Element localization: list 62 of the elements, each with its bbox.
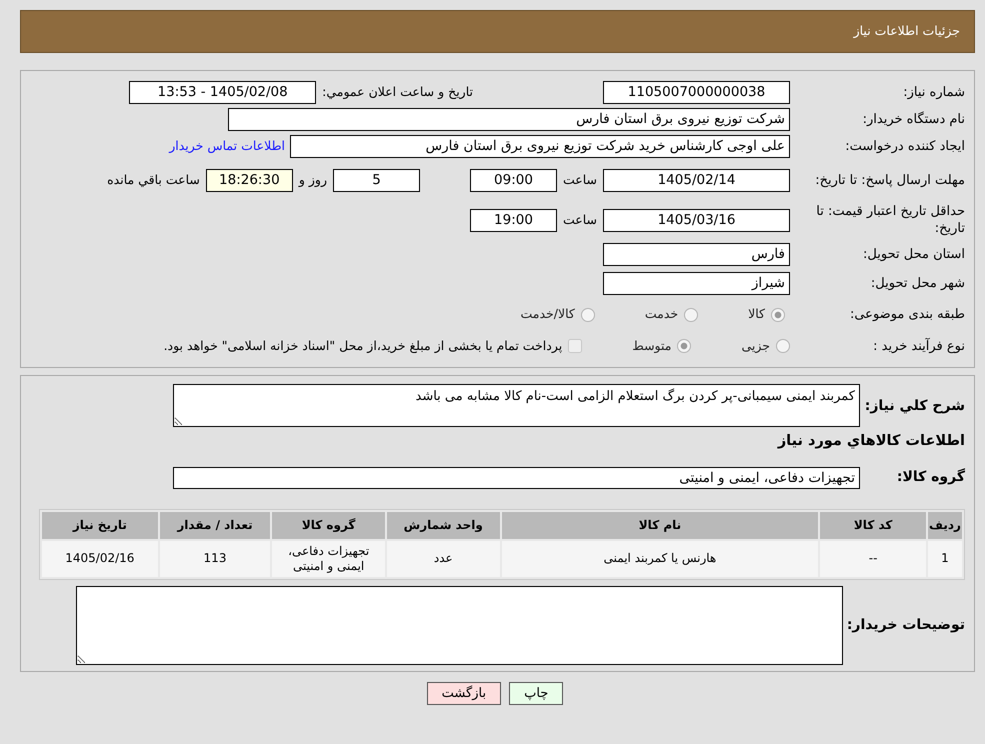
option-label: کالا/خدمت — [520, 305, 575, 324]
option-label: جزیی — [741, 336, 770, 355]
field-label: ساعت — [562, 170, 597, 189]
section-heading: اطلاعات کالاهاي مورد نياز — [776, 432, 965, 451]
field-value: 1405/02/08 - 13:53 — [129, 81, 316, 104]
column-header: تاریخ نیاز — [42, 512, 158, 539]
field-label: حداقل تاریخ اعتبار قیمت: تا تاریخ: — [815, 203, 965, 237]
option-label: کالا — [748, 305, 765, 324]
column-header: تعداد / مقدار — [160, 512, 270, 539]
notes-box[interactable] — [76, 586, 843, 665]
radio-button[interactable] — [776, 339, 790, 353]
column-header: ردیف — [928, 512, 962, 539]
option-label: خدمت — [644, 305, 678, 324]
radio-button[interactable] — [684, 308, 698, 322]
column-header: نام کالا — [502, 512, 818, 539]
column-header: واحد شمارش — [386, 512, 500, 539]
field-label: استان محل تحویل: — [862, 246, 965, 263]
field-label: توضیحات خریدار: — [846, 616, 965, 635]
field-value: 5 — [332, 168, 420, 192]
field-value: شیراز — [603, 272, 790, 295]
countdown-field: 18:26:30 — [206, 168, 293, 192]
table-cell: 1 — [928, 540, 962, 577]
description-box[interactable]: کمربند ایمنی سیمبانی-پر کردن برگ استعلام الزامی است-نام کالا مشابه می باشد — [173, 384, 860, 427]
radio-button[interactable] — [771, 308, 785, 322]
field-value: 1405/03/16 — [603, 208, 790, 232]
page-title: جزئیات اطلاعات نیاز — [854, 22, 960, 40]
print-button[interactable]: چاپ — [509, 682, 564, 706]
field-label: تاريخ و ساعت اعلان عمومي: — [322, 83, 473, 102]
field-label: شرح کلي نياز: — [864, 397, 965, 416]
field-value: 09:00 — [470, 168, 557, 192]
field-label: مهلت ارسال پاسخ: تا تاریخ: — [814, 172, 965, 188]
field-label: شهر محل تحویل: — [870, 275, 965, 292]
table-cell: هارنس یا کمربند ایمنی — [502, 540, 818, 577]
field-value: علی اوجی کارشناس خرید شرکت توزیع نیروی برق استان فارس — [290, 135, 790, 158]
contact-link[interactable]: اطلاعات تماس خريدار — [169, 137, 285, 156]
field-value: شرکت توزیع نیروی برق استان فارس — [228, 108, 790, 131]
radio-button[interactable] — [677, 339, 692, 353]
field-value: 19:00 — [470, 208, 557, 232]
table-cell: -- — [820, 540, 926, 577]
field-label: ساعت باقي مانده — [107, 170, 200, 189]
table-cell: 113 — [160, 540, 270, 577]
field-value: فارس — [603, 243, 790, 266]
checkbox-label: پرداخت تمام یا بخشی از مبلغ خرید،از محل "اسناد خزانه اسلامی" خواهد بود. — [164, 336, 562, 355]
option-label: متوسط — [632, 336, 672, 355]
field-value: 1105007000000038 — [603, 81, 790, 104]
field-label: ایجاد کننده درخواست: — [844, 138, 965, 155]
field-label: نوع فرآیند خرید : — [872, 338, 965, 354]
field-label: گروه کالا: — [896, 467, 965, 488]
column-header: گروه کالا — [272, 512, 385, 539]
radio-button[interactable] — [580, 308, 595, 322]
field-value: تجهیزات دفاعی، ایمنی و امنیتی — [173, 466, 860, 489]
field-label: روز و — [298, 170, 327, 189]
table-cell: 1405/02/16 — [42, 540, 158, 577]
column-header: کد کالا — [820, 512, 926, 539]
field-label: طبقه بندی موضوعی: — [848, 306, 965, 323]
table-cell: تجهیزات دفاعی، ایمنی و امنیتی — [272, 540, 385, 577]
field-label: شماره نیاز: — [902, 84, 965, 101]
field-label: نام دستگاه خریدار: — [862, 111, 965, 128]
table-cell: عدد — [386, 540, 500, 577]
field-value: 1405/02/14 — [603, 168, 790, 192]
field-label: ساعت — [562, 210, 597, 229]
back-button[interactable]: بازگشت — [426, 682, 502, 706]
